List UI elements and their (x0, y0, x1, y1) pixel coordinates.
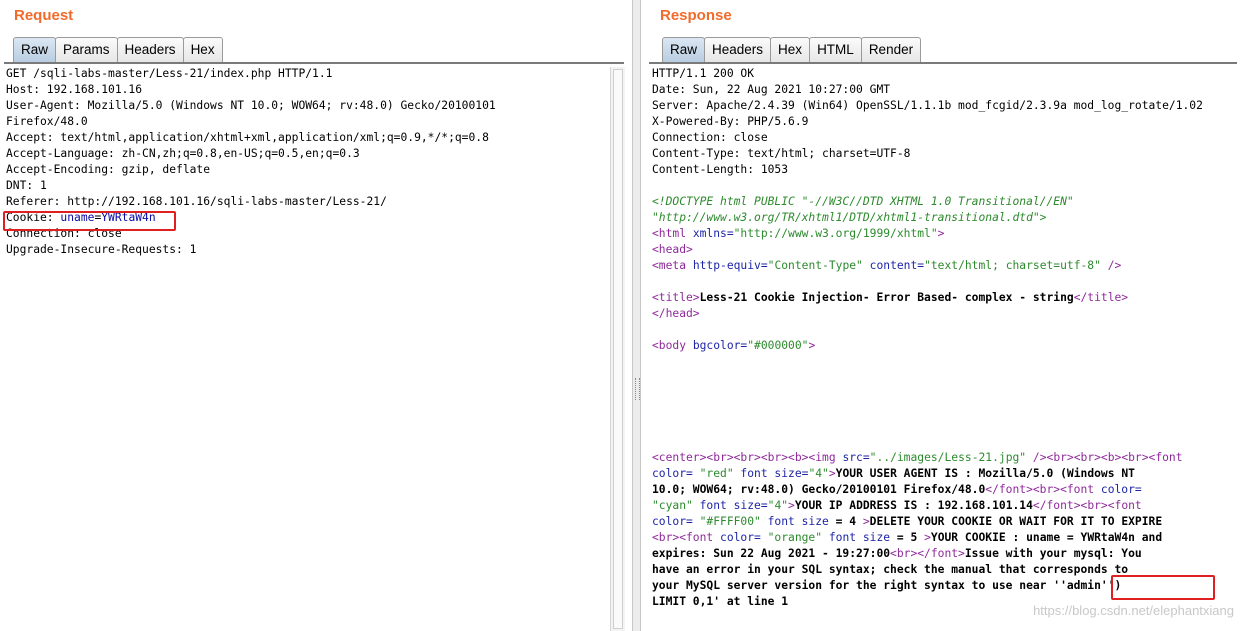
request-title: Request (14, 7, 74, 24)
response-header-line: Connection: close (652, 131, 768, 144)
doctype-line: <!DOCTYPE html PUBLIC "-//W3C//DTD XHTML… (652, 195, 1074, 208)
response-body-line: 10.0; WOW64; rv:48.0) Gecko/20100101 Fir… (652, 483, 1142, 496)
request-line: Accept: text/html,application/xhtml+xml,… (6, 131, 489, 144)
request-line: User-Agent: Mozilla/5.0 (Windows NT 10.0… (6, 99, 496, 112)
request-editor[interactable]: GET /sqli-labs-master/Less-21/index.php … (6, 66, 606, 631)
response-tab-render[interactable]: Render (860, 37, 922, 62)
response-header-line: Server: Apache/2.4.39 (Win64) OpenSSL/1.… (652, 99, 1203, 112)
response-header-line: Content-Length: 1053 (652, 163, 789, 176)
response-tab-headers[interactable]: Headers (704, 37, 772, 62)
response-title: Response (660, 7, 732, 24)
response-body-line: color= "red" font size="4">YOUR USER AGE… (652, 467, 1135, 480)
title-line: <title>Less-21 Cookie Injection- Error B… (652, 291, 1129, 304)
response-body-line: color= "#FFFF00" font size = 4 >DELETE Y… (652, 515, 1163, 528)
response-header-line: X-Powered-By: PHP/5.6.9 (652, 115, 809, 128)
response-tab-hex[interactable]: Hex (770, 37, 811, 62)
request-tab-headers[interactable]: Headers (116, 37, 184, 62)
body-open-line: <body bgcolor="#000000"> (652, 339, 816, 352)
request-line: Upgrade-Insecure-Requests: 1 (6, 243, 197, 256)
request-line: Accept-Encoding: gzip, deflate (6, 163, 211, 176)
response-body-line: <br><font color= "orange" font size = 5 … (652, 531, 1163, 544)
splitter-grip-icon[interactable] (635, 378, 640, 400)
request-line: DNT: 1 (6, 179, 47, 192)
request-tab-hex[interactable]: Hex (182, 37, 223, 62)
response-header-line: Date: Sun, 22 Aug 2021 10:27:00 GMT (652, 83, 891, 96)
request-scroll-thumb[interactable] (613, 69, 623, 629)
html-open-line: <html xmlns="http://www.w3.org/1999/xhtm… (652, 227, 945, 240)
response-tabs: Raw Headers Hex HTML Render (662, 37, 922, 63)
head-open-line: <head> (652, 243, 693, 256)
request-tab-raw[interactable]: Raw (13, 37, 57, 62)
request-line: Accept-Language: zh-CN,zh;q=0.8,en-US;q=… (6, 147, 360, 160)
pane-splitter[interactable] (632, 0, 641, 631)
response-tab-html[interactable]: HTML (809, 37, 862, 62)
request-pane: Request Raw Params Headers Hex GET /sqli-la… (0, 0, 632, 631)
request-line: Host: 192.168.101.16 (6, 83, 143, 96)
request-line: Firefox/48.0 (6, 115, 88, 128)
request-scrollbar[interactable] (610, 67, 625, 631)
request-line: Referer: http://192.168.101.16/sqli-labs… (6, 195, 387, 208)
response-pane: Response Raw Headers Hex HTML Render HTTP/1.… (641, 0, 1240, 631)
response-body-line: <center><br><br><br><b><img src="../imag… (652, 451, 1183, 464)
response-body-line: "cyan" font size="4">YOUR IP ADDRESS IS … (652, 499, 1142, 512)
response-tab-rule (649, 62, 1237, 64)
head-close-line: </head> (652, 307, 700, 320)
response-header-line: HTTP/1.1 200 OK (652, 67, 755, 80)
cookie-highlight-box (3, 211, 176, 231)
request-tab-params[interactable]: Params (55, 37, 118, 62)
request-tabs: Raw Params Headers Hex (13, 37, 223, 63)
request-tab-rule (4, 62, 624, 64)
doctype-dtd-line: "http://www.w3.org/TR/xhtml1/DTD/xhtml1-… (652, 211, 1047, 224)
request-line: GET /sqli-labs-master/Less-21/index.php … (6, 67, 333, 80)
meta-line: <meta http-equiv="Content-Type" content=… (652, 259, 1122, 272)
response-header-line: Content-Type: text/html; charset=UTF-8 (652, 147, 911, 160)
watermark: https://blog.csdn.net/elephantxiang (1033, 603, 1234, 618)
error-highlight-box (1111, 575, 1215, 600)
response-tab-raw[interactable]: Raw (662, 37, 706, 62)
response-body-line: expires: Sun 22 Aug 2021 - 19:27:00<br><… (652, 547, 1142, 560)
response-editor[interactable]: HTTP/1.1 200 OK Date: Sun, 22 Aug 2021 10… (652, 66, 1237, 631)
